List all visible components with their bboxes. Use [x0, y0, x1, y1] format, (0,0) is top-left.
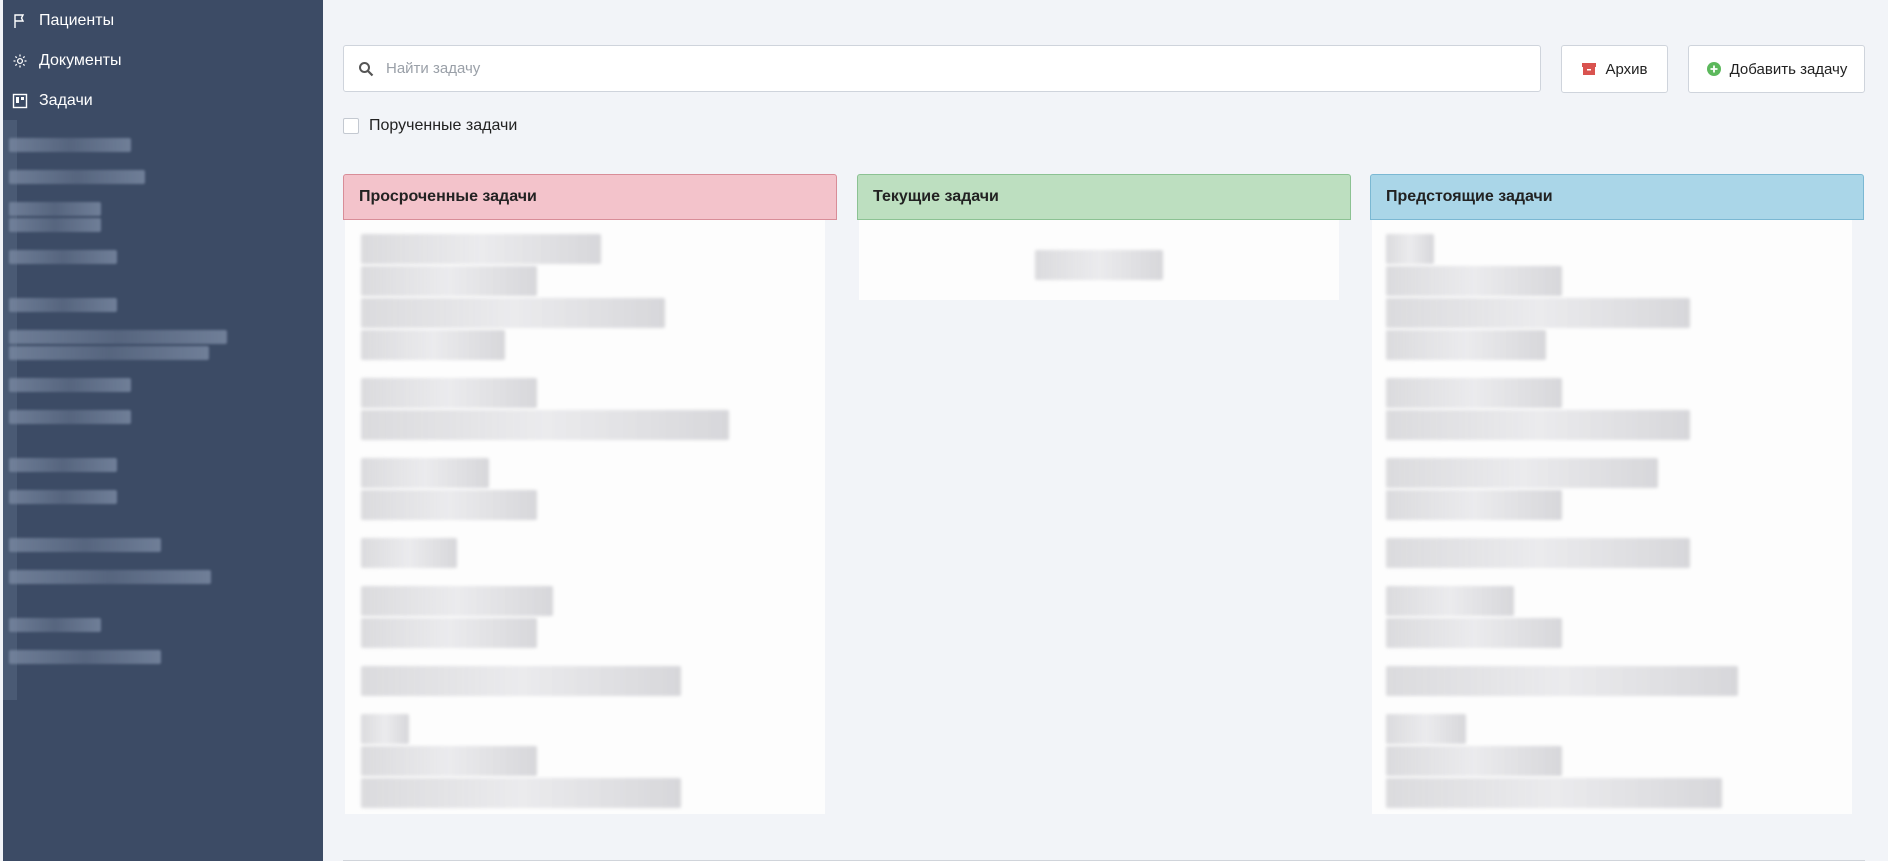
- task-card-redacted[interactable]: [1386, 778, 1722, 808]
- task-card-redacted[interactable]: [1386, 458, 1658, 488]
- task-card-redacted[interactable]: [361, 330, 505, 360]
- task-card-redacted[interactable]: [361, 586, 553, 616]
- task-card-redacted[interactable]: [1035, 250, 1163, 280]
- task-card-redacted[interactable]: [361, 618, 537, 648]
- task-card-redacted[interactable]: [361, 778, 681, 808]
- assigned-tasks-filter: Порученные задачи: [343, 117, 517, 135]
- sidebar-item-redacted[interactable]: [9, 218, 101, 232]
- column-current-body: [859, 220, 1339, 300]
- sidebar-item-redacted[interactable]: [9, 538, 161, 552]
- sidebar-item-redacted[interactable]: [9, 330, 227, 344]
- column-overdue-header: Просроченные задачи: [343, 174, 837, 220]
- task-card-redacted[interactable]: [1386, 714, 1466, 744]
- task-card-redacted[interactable]: [1386, 746, 1562, 776]
- plus-circle-icon: [1706, 61, 1722, 77]
- sidebar-item-redacted[interactable]: [9, 650, 161, 664]
- add-task-button[interactable]: Добавить задачу: [1688, 45, 1865, 93]
- task-card-redacted[interactable]: [1386, 234, 1434, 264]
- sidebar-item-redacted[interactable]: [9, 570, 211, 584]
- task-card-redacted[interactable]: [1386, 298, 1690, 328]
- column-current-header: Текущие задачи: [857, 174, 1351, 220]
- task-card-redacted[interactable]: [361, 458, 489, 488]
- sidebar-item-redacted[interactable]: [9, 378, 131, 392]
- task-card-redacted[interactable]: [1386, 266, 1562, 296]
- assigned-tasks-checkbox[interactable]: [343, 118, 359, 134]
- task-card-redacted[interactable]: [361, 234, 601, 264]
- sidebar-item-documents[interactable]: Документы: [3, 43, 323, 79]
- sidebar-item-patients[interactable]: Пациенты: [3, 3, 323, 39]
- task-card-redacted[interactable]: [361, 266, 537, 296]
- task-card-redacted[interactable]: [1386, 618, 1562, 648]
- sidebar-item-label: Задачи: [39, 92, 93, 109]
- task-card-redacted[interactable]: [361, 490, 537, 520]
- task-card-redacted[interactable]: [1386, 538, 1690, 568]
- task-card-redacted[interactable]: [361, 714, 409, 744]
- search-icon: [358, 61, 374, 77]
- column-title: Предстоящие задачи: [1386, 188, 1553, 205]
- column-upcoming: Предстоящие задачи: [1370, 174, 1864, 814]
- sidebar-item-redacted[interactable]: [9, 170, 145, 184]
- sidebar-item-redacted[interactable]: [9, 346, 209, 360]
- flag-icon: [11, 12, 29, 30]
- sidebar-item-redacted[interactable]: [9, 618, 101, 632]
- column-title: Просроченные задачи: [359, 188, 537, 205]
- sidebar-item-redacted[interactable]: [9, 138, 131, 152]
- sidebar-item-tasks[interactable]: Задачи: [3, 83, 323, 119]
- task-card-redacted[interactable]: [1386, 410, 1690, 440]
- task-card-redacted[interactable]: [361, 666, 681, 696]
- sidebar: Пациенты Документы Задачи: [3, 0, 323, 861]
- search-box[interactable]: [343, 45, 1541, 92]
- sidebar-item-redacted[interactable]: [9, 410, 131, 424]
- task-card-redacted[interactable]: [361, 298, 665, 328]
- task-card-redacted[interactable]: [361, 378, 537, 408]
- task-card-redacted[interactable]: [1386, 666, 1738, 696]
- column-upcoming-body: [1372, 220, 1852, 814]
- sidebar-item-redacted[interactable]: [9, 250, 117, 264]
- task-card-redacted[interactable]: [361, 538, 457, 568]
- sidebar-item-redacted[interactable]: [9, 490, 117, 504]
- search-input[interactable]: [384, 47, 1540, 90]
- sidebar-item-label: Документы: [39, 52, 122, 69]
- add-task-label: Добавить задачу: [1729, 60, 1848, 78]
- board-icon: [11, 92, 29, 110]
- column-upcoming-header: Предстоящие задачи: [1370, 174, 1864, 220]
- sidebar-item-redacted[interactable]: [9, 298, 117, 312]
- sidebar-item-label: Пациенты: [39, 12, 115, 29]
- task-card-redacted[interactable]: [1386, 586, 1514, 616]
- archive-icon: [1581, 61, 1597, 77]
- gear-icon: [11, 52, 29, 70]
- column-current: Текущие задачи: [857, 174, 1351, 300]
- column-overdue: Просроченные задачи: [343, 174, 837, 814]
- task-card-redacted[interactable]: [1386, 490, 1562, 520]
- column-title: Текущие задачи: [873, 188, 999, 205]
- sidebar-item-redacted[interactable]: [9, 458, 117, 472]
- archive-label: Архив: [1605, 60, 1648, 78]
- task-card-redacted[interactable]: [361, 746, 537, 776]
- sidebar-item-redacted[interactable]: [9, 202, 101, 216]
- archive-button[interactable]: Архив: [1561, 45, 1668, 93]
- task-card-redacted[interactable]: [361, 410, 729, 440]
- task-card-redacted[interactable]: [1386, 378, 1562, 408]
- column-overdue-body: [345, 220, 825, 814]
- task-card-redacted[interactable]: [1386, 330, 1546, 360]
- assigned-tasks-label[interactable]: Порученные задачи: [369, 117, 517, 135]
